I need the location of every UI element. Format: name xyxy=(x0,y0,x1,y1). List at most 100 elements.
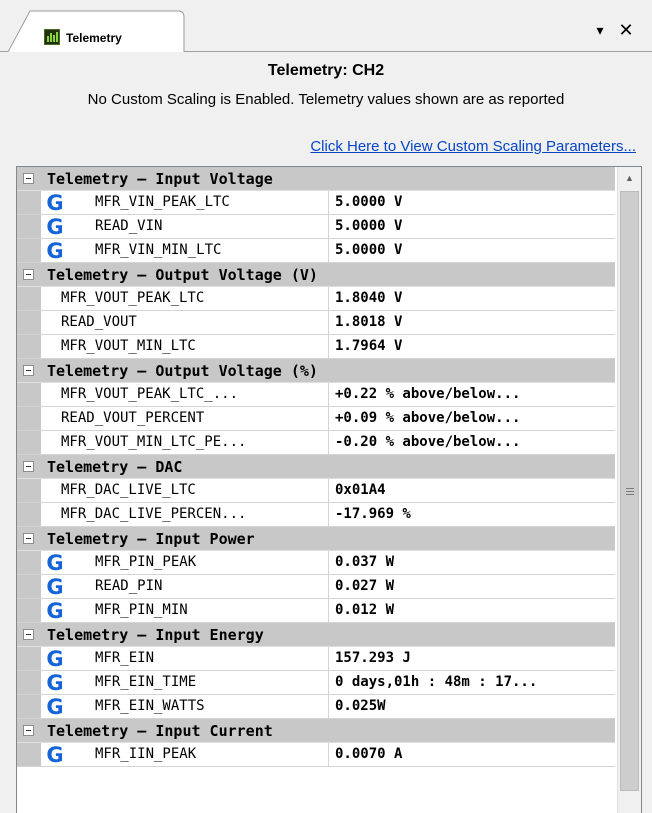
property-value[interactable]: 5.0000 V xyxy=(335,239,615,262)
collapse-minus-icon[interactable] xyxy=(23,725,34,736)
g-logo-icon: G xyxy=(46,551,64,575)
row-margin xyxy=(17,479,41,502)
row-margin xyxy=(17,287,41,310)
property-row[interactable]: MFR_DAC_LIVE_LTC 0x01A4 xyxy=(17,479,615,503)
property-name: MFR_VOUT_MIN_LTC xyxy=(41,335,329,358)
property-value[interactable]: 0.037 W xyxy=(335,551,615,574)
property-row[interactable]: MFR_DAC_LIVE_PERCEN... -17.969 % xyxy=(17,503,615,527)
property-name: MFR_DAC_LIVE_PERCEN... xyxy=(41,503,329,526)
property-row[interactable]: READ_VOUT 1.8018 V xyxy=(17,311,615,335)
property-value[interactable]: +0.22 % above/below... xyxy=(335,383,615,406)
property-value[interactable]: -17.969 % xyxy=(335,503,615,526)
property-name: MFR_EIN_TIME xyxy=(41,671,329,694)
row-margin xyxy=(17,647,41,670)
g-logo-icon: G xyxy=(46,575,64,599)
property-row[interactable]: MFR_VIN_PEAK_LTC G 5.0000 V xyxy=(17,191,615,215)
group-label: Telemetry — Input Current xyxy=(47,722,273,740)
property-value[interactable]: 1.8040 V xyxy=(335,287,615,310)
group-label: Telemetry — Input Voltage xyxy=(47,170,273,188)
group-label: Telemetry — Output Voltage (%) xyxy=(47,362,318,380)
property-value[interactable]: 0x01A4 xyxy=(335,479,615,502)
property-row[interactable]: MFR_VOUT_PEAK_LTC 1.8040 V xyxy=(17,287,615,311)
collapse-minus-icon[interactable] xyxy=(23,533,34,544)
tab-menu-button[interactable]: ▾ xyxy=(592,22,608,38)
row-margin xyxy=(17,407,41,430)
property-value[interactable]: +0.09 % above/below... xyxy=(335,407,615,430)
property-row[interactable]: READ_VIN G 5.0000 V xyxy=(17,215,615,239)
property-name: READ_VIN xyxy=(41,215,329,238)
collapse-minus-icon[interactable] xyxy=(23,269,34,280)
group-header[interactable]: Telemetry — Input Voltage xyxy=(17,167,615,191)
property-row[interactable]: MFR_PIN_MIN G 0.012 W xyxy=(17,599,615,623)
row-margin xyxy=(17,239,41,262)
property-row[interactable]: MFR_VIN_MIN_LTC G 5.0000 V xyxy=(17,239,615,263)
telemetry-property-grid: Telemetry — Input Voltage MFR_VIN_PEAK_LT… xyxy=(16,166,642,813)
property-value[interactable]: 0.025W xyxy=(335,695,615,718)
property-name: MFR_EIN xyxy=(41,647,329,670)
page-title: Telemetry: CH2 xyxy=(267,62,385,79)
collapse-minus-icon[interactable] xyxy=(23,365,34,376)
property-value[interactable]: 5.0000 V xyxy=(335,191,615,214)
group-header[interactable]: Telemetry — Output Voltage (V) xyxy=(17,263,615,287)
property-row[interactable]: READ_VOUT_PERCENT +0.09 % above/below... xyxy=(17,407,615,431)
property-row[interactable]: MFR_VOUT_MIN_LTC_PE... -0.20 % above/belo… xyxy=(17,431,615,455)
group-header[interactable]: Telemetry — Input Power xyxy=(17,527,615,551)
tab-telemetry[interactable]: Telemetry xyxy=(8,10,186,52)
row-margin xyxy=(17,575,41,598)
g-logo-icon: G xyxy=(46,695,64,719)
g-logo-icon: G xyxy=(46,191,64,215)
group-header[interactable]: Telemetry — Input Current xyxy=(17,719,615,743)
property-name: MFR_VIN_PEAK_LTC xyxy=(41,191,329,214)
collapse-minus-icon[interactable] xyxy=(23,629,34,640)
scaling-status-text: No Custom Scaling is Enabled. Telemetry … xyxy=(87,91,565,108)
property-value[interactable]: 1.7964 V xyxy=(335,335,615,358)
property-row[interactable]: MFR_EIN G 157.293 J xyxy=(17,647,615,671)
property-name: MFR_VOUT_PEAK_LTC_... xyxy=(41,383,329,406)
property-row[interactable]: MFR_VOUT_MIN_LTC 1.7964 V xyxy=(17,335,615,359)
group-header[interactable]: Telemetry — DAC xyxy=(17,455,615,479)
property-name: MFR_PIN_PEAK xyxy=(41,551,329,574)
grip-line xyxy=(626,491,634,492)
property-row[interactable]: MFR_PIN_PEAK G 0.037 W xyxy=(17,551,615,575)
row-margin xyxy=(17,551,41,574)
row-margin xyxy=(17,503,41,526)
g-logo-icon: G xyxy=(46,743,64,767)
property-row[interactable]: MFR_EIN_TIME G 0 days,01h : 48m : 17... xyxy=(17,671,615,695)
property-rows: Telemetry — Input Voltage MFR_VIN_PEAK_LT… xyxy=(17,167,615,767)
collapse-minus-icon[interactable] xyxy=(23,173,34,184)
property-value[interactable]: 1.8018 V xyxy=(335,311,615,334)
row-margin xyxy=(17,311,41,334)
property-row[interactable]: MFR_EIN_WATTS G 0.025W xyxy=(17,695,615,719)
property-value[interactable]: 5.0000 V xyxy=(335,215,615,238)
group-label: Telemetry — DAC xyxy=(47,458,183,476)
property-value[interactable]: 0 days,01h : 48m : 17... xyxy=(335,671,615,694)
row-margin xyxy=(17,671,41,694)
close-icon[interactable]: ✕ xyxy=(616,20,636,40)
group-header[interactable]: Telemetry — Output Voltage (%) xyxy=(17,359,615,383)
row-margin xyxy=(17,191,41,214)
group-header[interactable]: Telemetry — Input Energy xyxy=(17,623,615,647)
property-name: READ_VOUT_PERCENT xyxy=(41,407,329,430)
property-value[interactable]: 0.0070 A xyxy=(335,743,615,766)
scroll-up-arrow-icon[interactable]: ▲ xyxy=(618,167,641,189)
scroll-thumb[interactable] xyxy=(620,191,639,791)
property-name: MFR_PIN_MIN xyxy=(41,599,329,622)
property-value[interactable]: 0.012 W xyxy=(335,599,615,622)
property-value[interactable]: 157.293 J xyxy=(335,647,615,670)
property-name: MFR_EIN_WATTS xyxy=(41,695,329,718)
property-value[interactable]: 0.027 W xyxy=(335,575,615,598)
property-row[interactable]: MFR_VOUT_PEAK_LTC_... +0.22 % above/below… xyxy=(17,383,615,407)
row-margin xyxy=(17,215,41,238)
property-name: READ_PIN xyxy=(41,575,329,598)
property-value[interactable]: -0.20 % above/below... xyxy=(335,431,615,454)
property-row[interactable]: MFR_IIN_PEAK G 0.0070 A xyxy=(17,743,615,767)
grip-line xyxy=(626,494,634,495)
vertical-scrollbar[interactable]: ▲ xyxy=(617,167,641,813)
telemetry-icon xyxy=(44,29,60,45)
property-row[interactable]: READ_PIN G 0.027 W xyxy=(17,575,615,599)
group-label: Telemetry — Output Voltage (V) xyxy=(47,266,318,284)
view-custom-scaling-link[interactable]: Click Here to View Custom Scaling Parame… xyxy=(310,138,636,155)
group-label: Telemetry — Input Power xyxy=(47,530,255,548)
collapse-minus-icon[interactable] xyxy=(23,461,34,472)
property-name: MFR_VIN_MIN_LTC xyxy=(41,239,329,262)
